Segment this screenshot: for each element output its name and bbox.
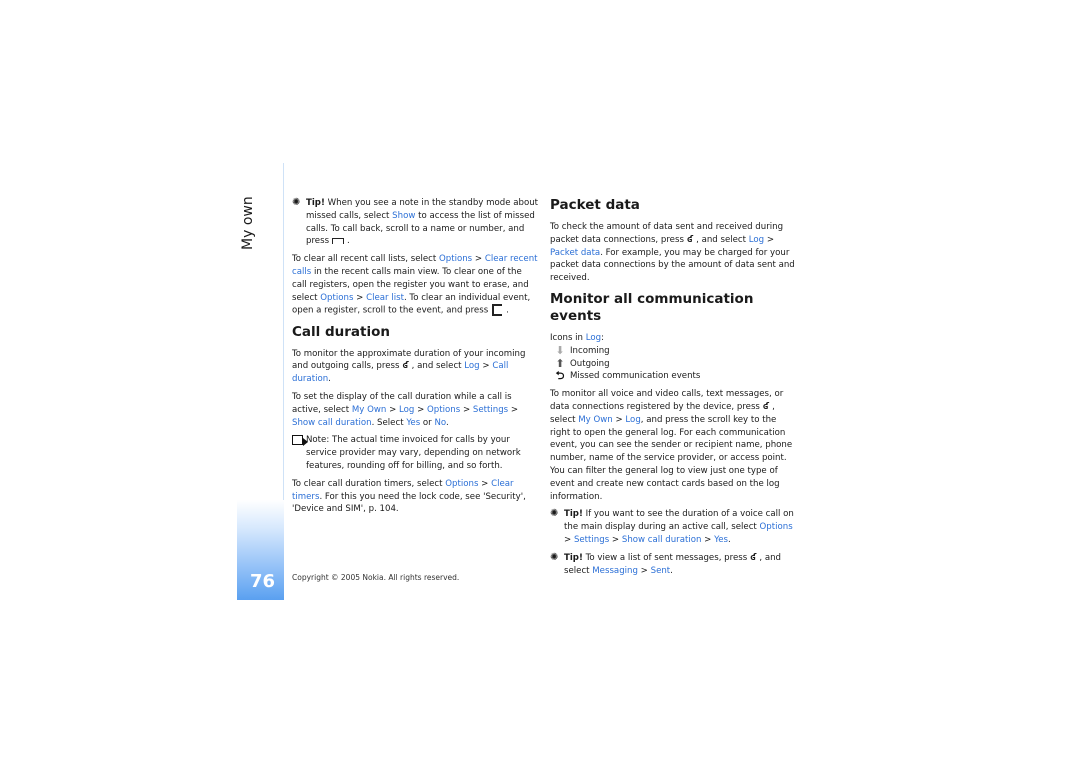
link-show[interactable]: Show bbox=[392, 211, 415, 221]
page-number: 76 bbox=[250, 571, 276, 592]
link-sent[interactable]: Sent bbox=[651, 566, 671, 576]
tip-icon: ✺ bbox=[550, 508, 559, 520]
heading-call-duration: Call duration bbox=[292, 323, 390, 340]
link-clear-list[interactable]: Clear list bbox=[366, 293, 404, 303]
link-options[interactable]: Options bbox=[427, 405, 460, 415]
menu-key-icon: ʛ bbox=[686, 234, 694, 245]
link-show-call-duration[interactable]: Show call duration bbox=[622, 535, 702, 545]
tip-sent-messages: ✺ Tip! To view a list of sent messages, … bbox=[550, 551, 782, 576]
clear-key-icon bbox=[492, 304, 503, 317]
icon-legend-item: ⬇ Incoming bbox=[550, 343, 798, 358]
link-my-own[interactable]: My Own bbox=[352, 405, 386, 415]
missed-event-icon: ⮌ bbox=[555, 369, 565, 383]
copyright-footer: Copyright © 2005 Nokia. All rights reser… bbox=[292, 573, 460, 582]
incoming-arrow-icon: ⬇ bbox=[555, 343, 565, 357]
link-show-call-duration[interactable]: Show call duration bbox=[292, 418, 372, 428]
right-column: Packet data To check the amount of data … bbox=[550, 197, 798, 582]
paragraph-clear-timers: To clear call duration timers, select Op… bbox=[292, 478, 526, 515]
menu-key-icon: ʛ bbox=[402, 361, 409, 372]
link-settings[interactable]: Settings bbox=[473, 405, 508, 415]
tip-call-duration: ✺ Tip! If you want to see the duration o… bbox=[550, 508, 794, 545]
note-icon bbox=[292, 435, 308, 447]
note-invoiced-time: Note: The actual time invoiced for calls… bbox=[292, 434, 538, 472]
link-log[interactable]: Log bbox=[464, 361, 479, 371]
section-label: My own bbox=[240, 196, 256, 250]
call-key-icon bbox=[332, 237, 345, 244]
link-settings[interactable]: Settings bbox=[574, 535, 609, 545]
heading-monitor-events: Monitor all communication events bbox=[550, 290, 754, 324]
paragraph-call-duration: To monitor the approximate duration of y… bbox=[292, 348, 526, 385]
heading-packet-data: Packet data bbox=[550, 197, 640, 213]
link-yes[interactable]: Yes bbox=[714, 535, 728, 545]
tip-icon: ✺ bbox=[292, 197, 301, 208]
icons-intro: Icons in Log: bbox=[550, 332, 605, 343]
link-options[interactable]: Options bbox=[439, 254, 472, 264]
icon-legend-item: ⬆ Outgoing bbox=[550, 357, 798, 371]
menu-key-icon: ʛ bbox=[762, 401, 770, 412]
paragraph-packet-data: To check the amount of data sent and rec… bbox=[550, 222, 795, 284]
tip-label: Tip! bbox=[306, 198, 325, 208]
tip-icon: ✺ bbox=[550, 551, 559, 563]
link-no[interactable]: No bbox=[434, 418, 446, 428]
menu-key-icon: ʛ bbox=[750, 552, 757, 563]
link-options[interactable]: Options bbox=[320, 293, 353, 303]
link-log[interactable]: Log bbox=[586, 333, 601, 343]
link-options[interactable]: Options bbox=[760, 522, 793, 532]
link-messaging[interactable]: Messaging bbox=[592, 566, 638, 576]
link-my-own[interactable]: My Own bbox=[578, 415, 612, 425]
paragraph-clear-lists: To clear all recent call lists, select O… bbox=[292, 254, 538, 317]
link-options[interactable]: Options bbox=[445, 479, 478, 489]
link-yes[interactable]: Yes bbox=[406, 418, 420, 428]
icon-legend-item: ⮌ Missed communication events bbox=[550, 370, 798, 383]
link-log[interactable]: Log bbox=[749, 235, 764, 245]
link-packet-data[interactable]: Packet data bbox=[550, 248, 600, 258]
left-column: ✺ Tip! When you see a note in the standb… bbox=[292, 197, 538, 521]
link-log[interactable]: Log bbox=[625, 415, 640, 425]
paragraph-monitor: To monitor all voice and video calls, te… bbox=[550, 389, 793, 502]
tip-missed-calls: ✺ Tip! When you see a note in the standb… bbox=[292, 197, 539, 247]
paragraph-display-duration: To set the display of the call duration … bbox=[292, 392, 519, 428]
link-log[interactable]: Log bbox=[399, 405, 414, 415]
